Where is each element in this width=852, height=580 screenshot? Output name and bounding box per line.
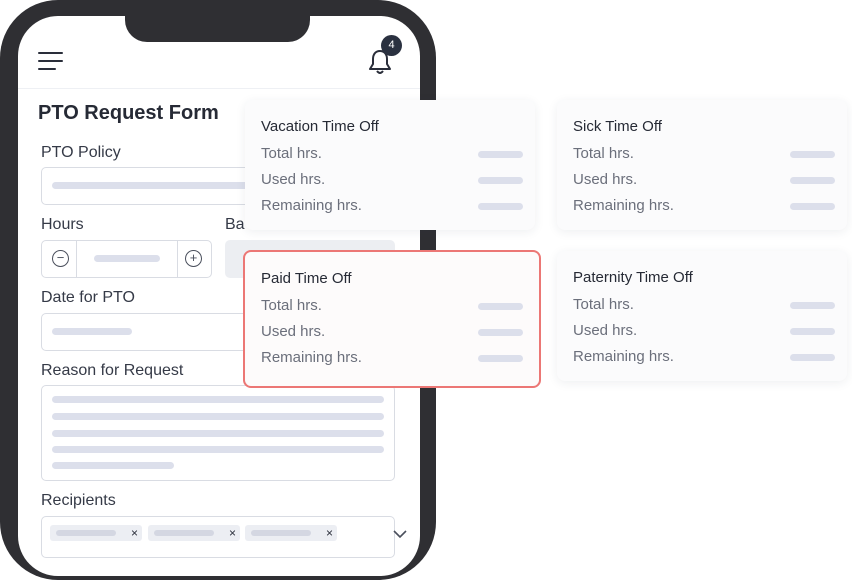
card-vacation-time-off[interactable]: Vacation Time Off Total hrs. Used hrs. R…: [245, 100, 535, 230]
card-row-label: Used hrs.: [261, 323, 326, 340]
card-title: Paid Time Off: [261, 270, 352, 287]
plus-circle-icon[interactable]: +: [185, 250, 202, 267]
minus-circle-icon[interactable]: −: [52, 250, 69, 267]
recipient-chip: ×: [245, 525, 337, 541]
card-row-label: Total hrs.: [261, 145, 322, 162]
card-row-label: Remaining hrs.: [573, 197, 674, 214]
card-paid-time-off[interactable]: Paid Time Off Total hrs. Used hrs. Remai…: [243, 250, 541, 388]
date-label: Date for PTO: [41, 289, 135, 306]
close-icon[interactable]: ×: [326, 525, 333, 541]
page-title: PTO Request Form: [38, 102, 219, 124]
card-paternity-time-off[interactable]: Paternity Time Off Total hrs. Used hrs. …: [557, 251, 847, 381]
close-icon[interactable]: ×: [229, 525, 236, 541]
card-row-label: Remaining hrs.: [261, 349, 362, 366]
reason-label: Reason for Request: [41, 362, 184, 379]
balance-label: Ba: [225, 216, 245, 233]
card-row-label: Remaining hrs.: [573, 348, 674, 365]
card-title: Vacation Time Off: [261, 118, 379, 135]
hours-label: Hours: [41, 216, 84, 233]
reason-textarea[interactable]: [41, 385, 395, 481]
card-title: Sick Time Off: [573, 118, 662, 135]
close-icon[interactable]: ×: [131, 525, 138, 541]
card-title: Paternity Time Off: [573, 269, 693, 286]
card-row-label: Used hrs.: [573, 322, 638, 339]
card-row-label: Remaining hrs.: [261, 197, 362, 214]
recipient-chip: ×: [148, 525, 240, 541]
recipients-label: Recipients: [41, 492, 116, 509]
card-row-label: Total hrs.: [261, 297, 322, 314]
pto-policy-label: PTO Policy: [41, 144, 121, 161]
card-row-label: Used hrs.: [573, 171, 638, 188]
phone-notch: [125, 16, 310, 42]
notification-badge: 4: [381, 35, 402, 56]
recipient-chip: ×: [50, 525, 142, 541]
hours-stepper[interactable]: − +: [41, 240, 212, 278]
card-row-label: Total hrs.: [573, 145, 634, 162]
recipients-select[interactable]: × × ×: [41, 516, 407, 558]
card-row-label: Total hrs.: [573, 296, 634, 313]
card-sick-time-off[interactable]: Sick Time Off Total hrs. Used hrs. Remai…: [557, 100, 847, 230]
chevron-down-icon[interactable]: [393, 527, 407, 541]
hamburger-menu-icon[interactable]: [38, 52, 64, 72]
card-row-label: Used hrs.: [261, 171, 326, 188]
